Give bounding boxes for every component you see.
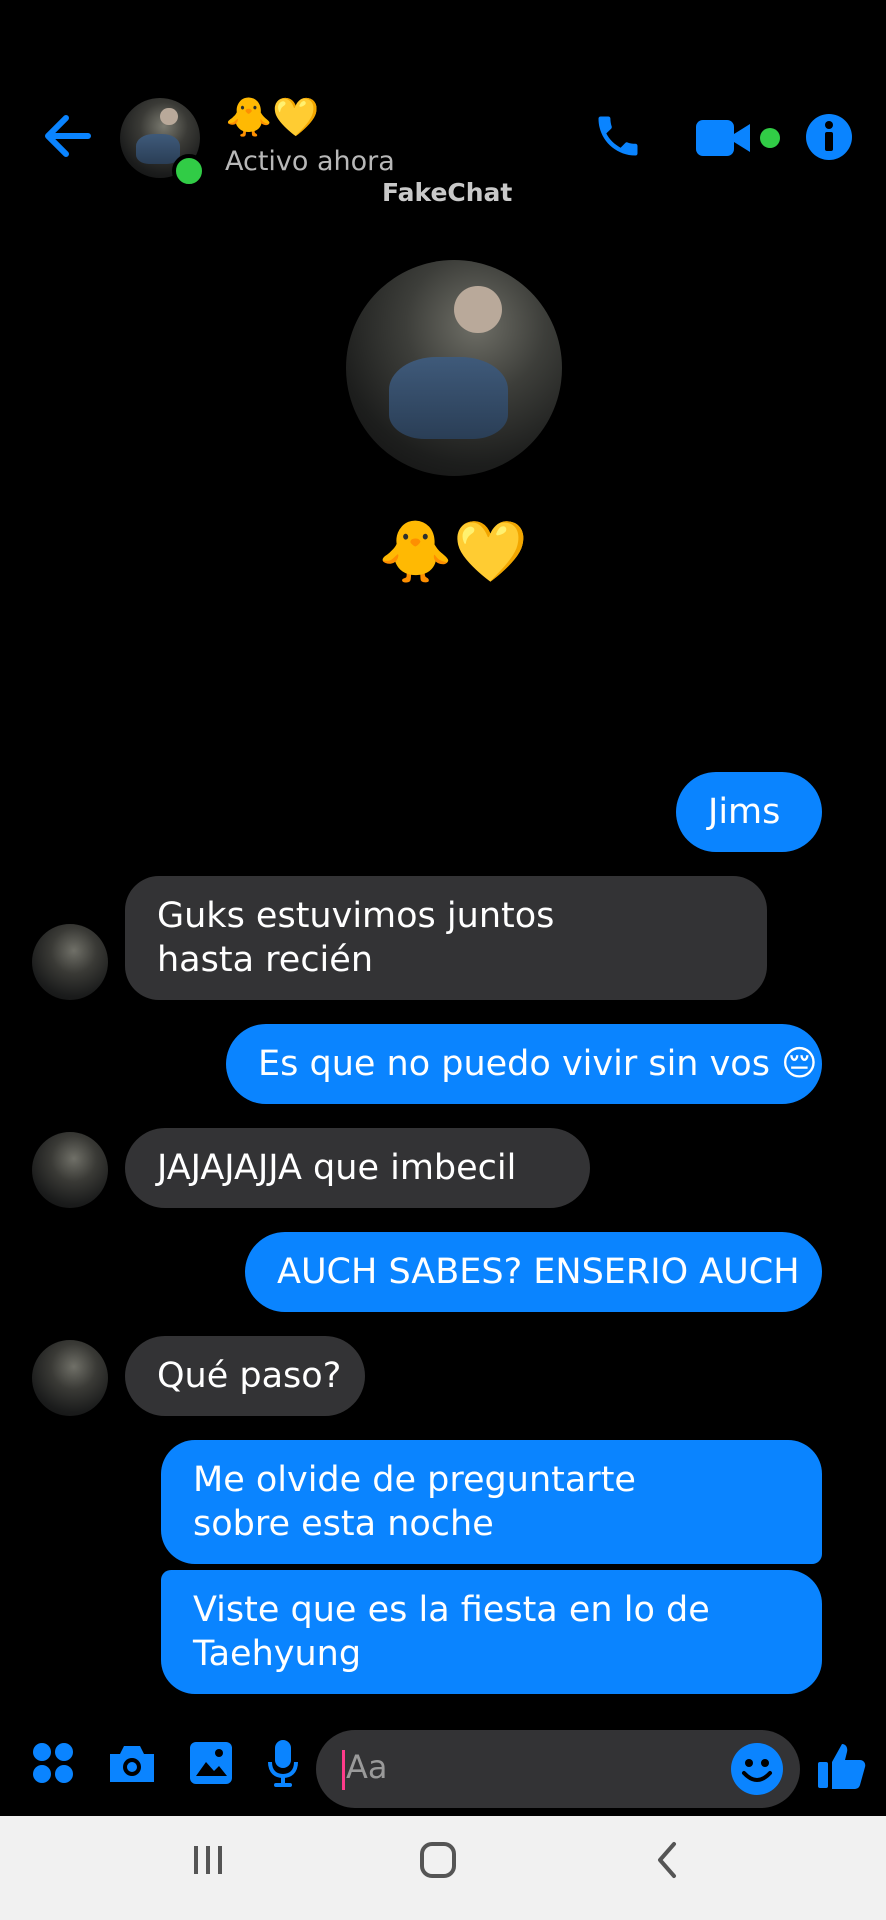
info-button[interactable] <box>804 112 854 166</box>
message-bubble-outgoing[interactable]: AUCH SABES? ENSERIO AUCH <box>245 1232 822 1312</box>
chat-screen: 🐥💛 Activo ahora FakeChat 🐥💛 Jims Guks es… <box>0 0 886 1920</box>
camera-icon <box>110 1746 154 1782</box>
message-input[interactable] <box>316 1730 800 1808</box>
nav-back-button[interactable] <box>648 1840 688 1884</box>
video-call-button[interactable] <box>694 116 756 164</box>
message-bubble-incoming[interactable]: Qué paso? <box>125 1336 365 1416</box>
message-bubble-outgoing[interactable]: Me olvide de preguntarte sobre esta noch… <box>161 1440 822 1564</box>
recent-apps-button[interactable] <box>188 1840 228 1884</box>
like-button[interactable] <box>816 1740 868 1796</box>
profile-name: 🐥💛 <box>378 517 528 587</box>
call-button[interactable] <box>592 110 644 166</box>
message-bubble-incoming[interactable]: Guks estuvimos juntos hasta recién <box>125 876 767 1000</box>
system-nav-bar <box>0 1816 886 1920</box>
apps-button[interactable] <box>32 1742 74 1788</box>
home-icon <box>420 1842 456 1878</box>
apps-grid-icon <box>33 1743 73 1783</box>
phone-icon <box>598 116 638 156</box>
microphone-icon <box>268 1740 298 1787</box>
avatar-face <box>160 107 178 126</box>
avatar-figure <box>136 134 180 165</box>
profile-figure <box>389 357 508 440</box>
profile-picture <box>346 260 562 476</box>
back-arrow-icon <box>45 115 91 157</box>
thumbs-up-icon <box>818 1744 866 1789</box>
home-button[interactable] <box>418 1840 458 1884</box>
message-bubble-outgoing[interactable]: Viste que es la fiesta en lo de Taehyung <box>161 1570 822 1694</box>
emoji-icon <box>731 1743 783 1795</box>
emoji-button[interactable] <box>730 1742 784 1800</box>
video-online-dot <box>760 128 780 148</box>
contact-name[interactable]: 🐥💛 <box>225 94 320 140</box>
camera-button[interactable] <box>106 1742 158 1790</box>
message-bubble-outgoing[interactable]: Jims <box>676 772 822 852</box>
gallery-button[interactable] <box>188 1740 234 1790</box>
online-indicator <box>172 154 206 188</box>
message-bubble-incoming[interactable]: JAJAJAJJA que imbecil <box>125 1128 590 1208</box>
message-bubble-outgoing[interactable]: Es que no puedo vivir sin vos 😔 <box>226 1024 822 1104</box>
recent-apps-icon <box>194 1846 222 1874</box>
image-icon <box>190 1742 232 1784</box>
message-input-placeholder: Aa <box>346 1748 388 1786</box>
text-caret <box>342 1750 345 1790</box>
info-icon <box>806 114 852 160</box>
back-button[interactable] <box>40 108 96 164</box>
video-camera-icon <box>696 120 750 156</box>
active-status: Activo ahora <box>225 146 395 177</box>
sender-avatar[interactable] <box>32 1340 108 1416</box>
watermark: FakeChat <box>382 178 513 207</box>
nav-back-icon <box>658 1842 676 1878</box>
voice-button[interactable] <box>266 1738 300 1792</box>
sender-avatar[interactable] <box>32 1132 108 1208</box>
sender-avatar[interactable] <box>32 924 108 1000</box>
profile-face <box>454 285 502 334</box>
